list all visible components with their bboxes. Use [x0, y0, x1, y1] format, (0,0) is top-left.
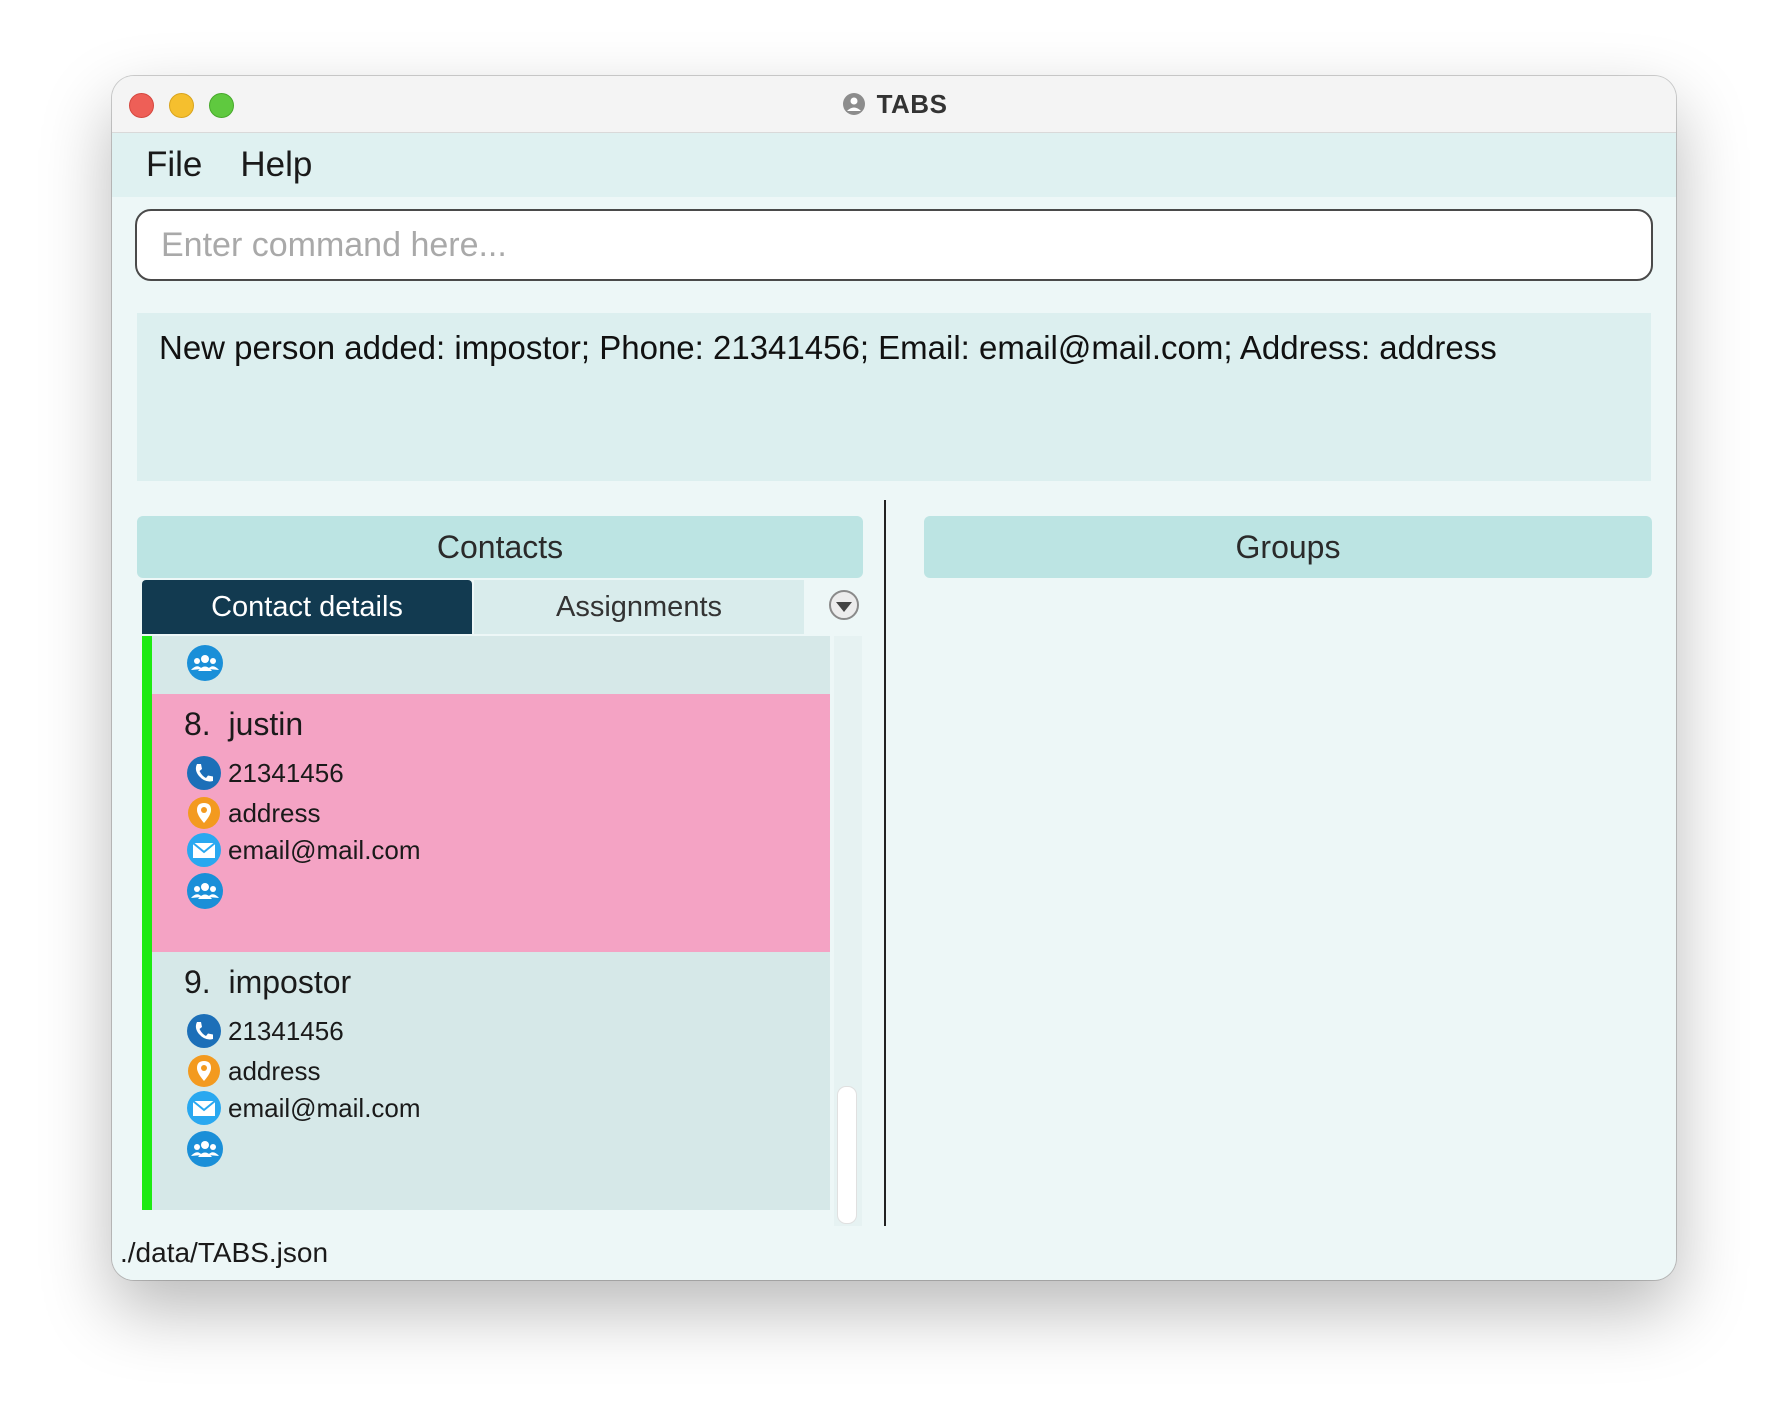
contact-name: 9. impostor [184, 964, 351, 1001]
command-input[interactable] [137, 211, 1651, 279]
panel-divider[interactable] [884, 500, 886, 1230]
address-text: address [228, 797, 321, 828]
groups-panel [902, 500, 1662, 1230]
location-pin-icon [188, 1055, 220, 1087]
mail-icon [187, 833, 221, 867]
contact-index: 8. [184, 706, 211, 742]
contact-name-text: impostor [228, 964, 352, 1000]
app-window: TABS File Help New person added: imposto… [112, 76, 1676, 1280]
menu-file[interactable]: File [146, 145, 202, 185]
scrollbar-thumb[interactable] [837, 1086, 857, 1224]
phone-icon [187, 756, 221, 790]
mail-icon [187, 1091, 221, 1125]
status-bar: ./data/TABS.json [112, 1226, 1676, 1280]
tab-contact-details[interactable]: Contact details [142, 580, 472, 634]
contact-name: 8. justin [184, 706, 303, 743]
contacts-header: Contacts [137, 516, 863, 578]
phone-row: 21341456 [186, 1012, 344, 1050]
address-row: address [186, 794, 321, 832]
address-text: address [228, 1055, 321, 1086]
title-wrap: TABS [112, 76, 1676, 132]
email-text: email@mail.com [228, 1092, 421, 1123]
title-bar: TABS [112, 76, 1676, 133]
window-title: TABS [876, 88, 948, 119]
location-pin-icon [188, 797, 220, 829]
contact-index: 9. [184, 964, 211, 1000]
address-row: address [186, 1052, 321, 1090]
menu-bar: File Help [112, 133, 1676, 197]
tab-assignments[interactable]: Assignments [474, 580, 804, 634]
phone-row: 21341456 [186, 754, 344, 792]
app-logo-icon [842, 93, 865, 115]
contact-name-text: justin [228, 706, 304, 742]
tab-list-dropdown-icon[interactable] [829, 590, 859, 620]
email-row: email@mail.com [186, 1089, 421, 1127]
email-row: email@mail.com [186, 831, 421, 869]
accent-bar [142, 636, 152, 694]
group-icon [187, 873, 223, 909]
contact-card-justin[interactable]: 8. justin 21341456 address email@mail.co… [142, 694, 830, 952]
menu-help[interactable]: Help [240, 145, 312, 185]
phone-icon [187, 1014, 221, 1048]
data-file-path: ./data/TABS.json [120, 1237, 329, 1268]
contacts-tabs: Contact details Assignments [142, 580, 862, 634]
group-icon [187, 1131, 223, 1167]
groups-header: Groups [924, 516, 1652, 578]
group-icon [187, 645, 223, 681]
command-box [135, 209, 1653, 281]
email-text: email@mail.com [228, 834, 421, 865]
list-item[interactable] [142, 636, 830, 694]
result-display: New person added: impostor; Phone: 21341… [137, 313, 1651, 481]
accent-bar [142, 694, 152, 952]
contact-list[interactable]: 8. justin 21341456 address email@mail.co… [142, 636, 830, 1228]
phone-text: 21341456 [228, 757, 344, 788]
contact-card-impostor[interactable]: 9. impostor 21341456 address email@mail.… [142, 952, 830, 1210]
phone-text: 21341456 [228, 1015, 344, 1046]
accent-bar [142, 952, 152, 1210]
